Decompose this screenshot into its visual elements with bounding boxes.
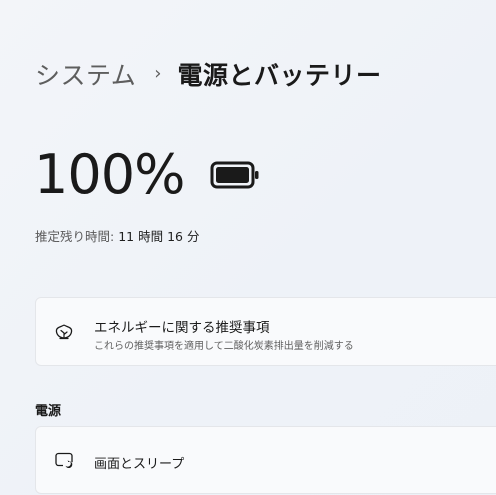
remaining-time-value: 11 時間 16 分 bbox=[118, 229, 200, 244]
battery-percentage: 100% bbox=[34, 143, 185, 206]
screen-sleep-icon bbox=[54, 450, 74, 470]
energy-recommendations-title: エネルギーに関する推奨事項 bbox=[94, 320, 270, 336]
energy-recommendations-card[interactable]: エネルギーに関する推奨事項 これらの推奨事項を適用して二酸化炭素排出量を削減する bbox=[35, 297, 496, 366]
page-title: 電源とバッテリー bbox=[177, 61, 382, 90]
screen-and-sleep-card[interactable]: 画面とスリープ bbox=[35, 426, 496, 494]
remaining-time-label: 推定残り時間: bbox=[35, 229, 115, 244]
energy-recommendations-subtitle: これらの推奨事項を適用して二酸化炭素排出量を削減する bbox=[94, 341, 354, 352]
battery-status: 100% bbox=[34, 148, 260, 202]
power-section-heading: 電源 bbox=[35, 404, 62, 419]
leaf-icon bbox=[54, 322, 74, 342]
breadcrumb: システム › 電源とバッテリー bbox=[35, 56, 381, 92]
battery-icon bbox=[210, 161, 260, 193]
screen-and-sleep-title: 画面とスリープ bbox=[94, 457, 185, 472]
breadcrumb-separator: › bbox=[154, 62, 162, 84]
estimated-remaining-time: 推定残り時間: 11 時間 16 分 bbox=[35, 226, 199, 245]
breadcrumb-parent-link[interactable]: システム bbox=[35, 56, 136, 92]
